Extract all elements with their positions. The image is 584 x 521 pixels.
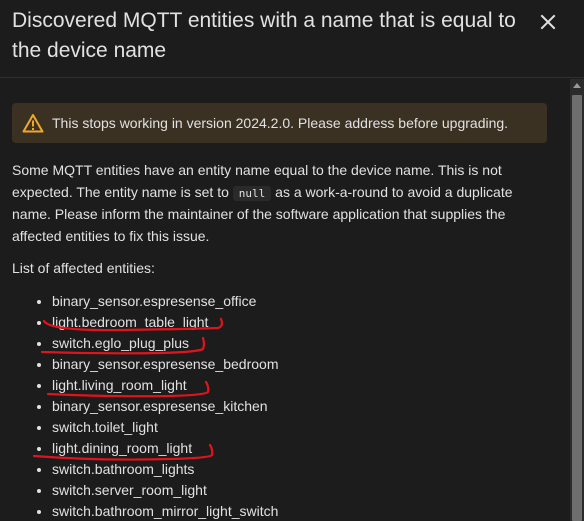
list-item: light.bedroom_table_light	[0, 312, 278, 333]
list-item: switch.bathroom_mirror_light_switch	[0, 501, 278, 521]
warning-text: This stops working in version 2024.2.0. …	[52, 115, 509, 131]
dialog-title: Discovered MQTT entities with a name tha…	[12, 9, 516, 62]
affected-entities-list: binary_sensor.espresense_office light.be…	[0, 291, 278, 521]
mqtt-repair-dialog: Discovered MQTT entities with a name tha…	[0, 0, 584, 521]
list-item: switch.server_room_light	[0, 480, 278, 501]
scrollbar-thumb[interactable]	[572, 95, 582, 521]
list-item: switch.eglo_plug_plus	[0, 333, 278, 354]
warning-triangle-icon	[22, 114, 44, 133]
dialog-content[interactable]: This stops working in version 2024.2.0. …	[0, 79, 570, 521]
list-item: light.dining_room_light	[0, 438, 278, 459]
list-item: light.living_room_light	[0, 375, 278, 396]
dialog-header: Discovered MQTT entities with a name tha…	[0, 0, 584, 78]
list-item: switch.bathroom_lights	[0, 459, 278, 480]
scroll-up-arrow-icon[interactable]	[573, 83, 581, 88]
null-code: null	[232, 185, 272, 201]
close-icon	[540, 14, 556, 30]
list-item: binary_sensor.espresense_office	[0, 291, 278, 312]
list-item: switch.toilet_light	[0, 417, 278, 438]
list-item: binary_sensor.espresense_bedroom	[0, 354, 278, 375]
vertical-scrollbar[interactable]	[570, 79, 584, 521]
close-button[interactable]	[536, 10, 560, 34]
list-heading: List of affected entities:	[12, 260, 155, 276]
warning-alert: This stops working in version 2024.2.0. …	[12, 103, 547, 143]
description-text: Some MQTT entities have an entity name e…	[12, 160, 552, 247]
list-item: binary_sensor.espresense_kitchen	[0, 396, 278, 417]
